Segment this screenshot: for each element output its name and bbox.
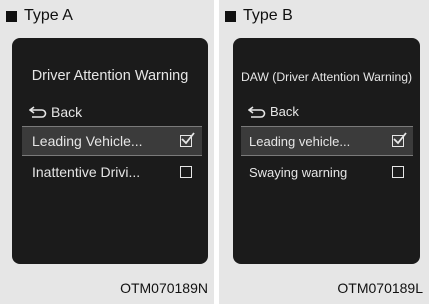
menu-item-inattentive-driving[interactable]: Inattentive Drivi...	[22, 158, 202, 186]
panel-type-b: Type B DAW (Driver Attention Warning) Ba…	[219, 0, 429, 304]
square-bullet-icon	[225, 10, 236, 22]
back-button[interactable]: Back	[248, 104, 299, 119]
menu-item-swaying-warning[interactable]: Swaying warning	[241, 158, 413, 186]
cluster-screen: Driver Attention Warning Back Leading Ve…	[12, 38, 208, 264]
screen-title: DAW (Driver Attention Warning)	[240, 70, 413, 84]
menu-item-label: Swaying warning	[249, 164, 348, 180]
checkmark-icon	[181, 132, 195, 145]
unchecked-checkbox[interactable]	[392, 166, 404, 178]
checked-checkbox[interactable]	[392, 132, 407, 147]
type-label: Type B	[225, 6, 293, 26]
menu-item-label: Leading vehicle...	[249, 133, 351, 149]
menu-item-leading-vehicle[interactable]: Leading vehicle...	[241, 126, 413, 156]
unchecked-checkbox[interactable]	[180, 166, 192, 178]
back-label: Back	[51, 104, 83, 120]
back-arrow-icon	[248, 105, 266, 118]
type-label-text: Type B	[243, 7, 293, 24]
menu-item-label: Inattentive Drivi...	[32, 164, 141, 180]
menu-item-leading-vehicle[interactable]: Leading Vehicle...	[22, 126, 202, 156]
cluster-screen: DAW (Driver Attention Warning) Back Lead…	[233, 38, 420, 264]
type-label-text: Type A	[24, 7, 73, 24]
square-bullet-icon	[6, 10, 17, 22]
figure-code: OTM070189L	[337, 280, 423, 296]
screen-title: Driver Attention Warning	[31, 68, 189, 84]
back-button[interactable]: Back	[29, 104, 82, 120]
menu-item-label: Leading Vehicle...	[32, 133, 143, 149]
back-label: Back	[270, 104, 299, 119]
panel-type-a: Type A Driver Attention Warning Back Lea…	[0, 0, 214, 304]
type-label: Type A	[6, 6, 73, 26]
back-arrow-icon	[29, 106, 47, 118]
figure-code: OTM070189N	[120, 280, 208, 296]
checkmark-icon	[393, 132, 407, 145]
checked-checkbox[interactable]	[180, 132, 195, 147]
